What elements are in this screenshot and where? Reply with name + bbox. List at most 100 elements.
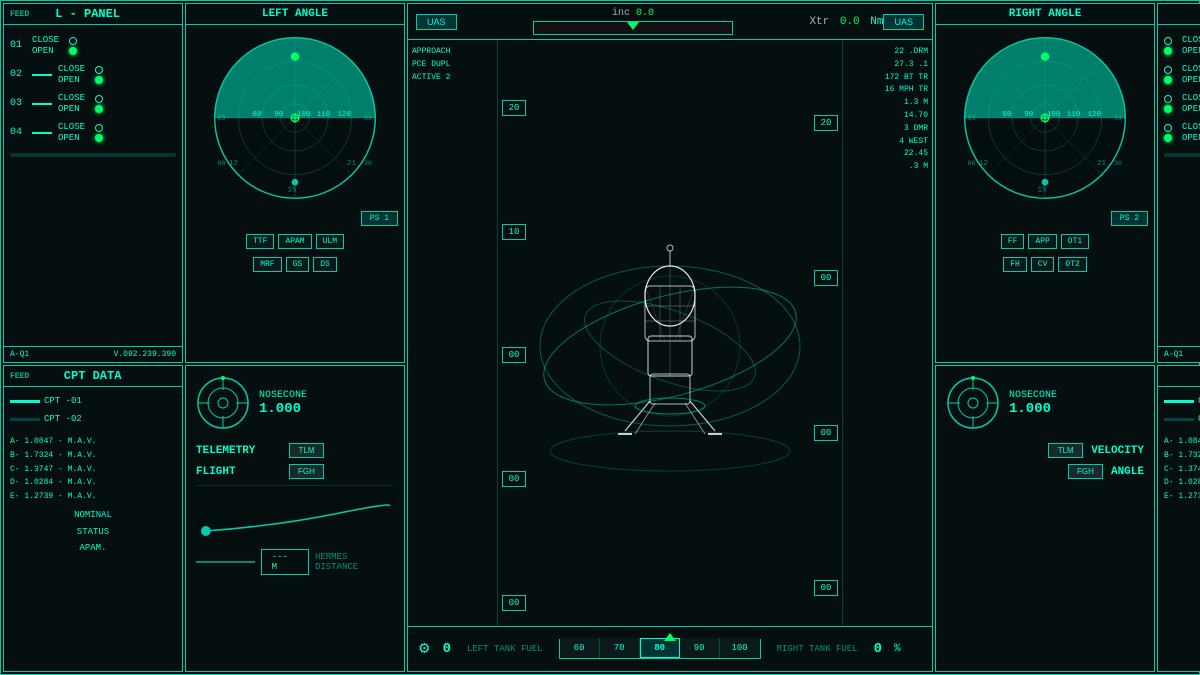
left-btn-group-1: TTF APAM ULM [186, 230, 404, 253]
apam-btn[interactable]: APAM [278, 234, 311, 249]
center-top-bar: UAS inc 0.0 Xtr 0.0 Nm UAS [408, 4, 932, 40]
hermes-val-box: --- M [261, 549, 309, 575]
svg-text:30: 30 [1114, 159, 1122, 167]
left-angle-label: LEFT ANGLE [186, 4, 404, 25]
ot2-btn[interactable]: OT2 [1058, 257, 1086, 272]
svg-text:30: 30 [364, 159, 372, 167]
right-btn-group-2: FH CV OT2 [936, 253, 1154, 276]
fuel-60: 60 [560, 638, 600, 658]
r-panel-footer: A-Q1 V.092.239.390 [1158, 346, 1200, 362]
fuel-left-label: LEFT TANK FUEL [467, 644, 543, 654]
cpt-02-bar [10, 418, 40, 421]
uas-left-btn[interactable]: UAS [416, 14, 457, 30]
angle-fgh-btn[interactable]: FGH [1068, 464, 1103, 479]
fuel-100: 100 [720, 638, 760, 658]
cpt-01-bar [10, 400, 40, 403]
r-row-1: CLOSE OPEN 01 [1164, 35, 1200, 56]
hermes-label: HERMES DISTANCE [315, 552, 394, 572]
open-dot-3 [95, 105, 103, 113]
fuel-70: 70 [600, 638, 640, 658]
spacecraft-display [530, 40, 810, 671]
left-scale: 20 10 00 00 00 [498, 40, 530, 671]
distance-graph-svg [196, 486, 394, 545]
gs-btn[interactable]: GS [286, 257, 310, 272]
r-close-dot-3 [1164, 95, 1172, 103]
nosecone-left-val: 1.000 [259, 401, 307, 417]
svg-text:80: 80 [253, 111, 263, 119]
cpr-data-panel: CPR DATA FEED CPR -01 CPR -02 A- 1.0847 … [1157, 365, 1200, 672]
center-left-data: APPROACH PCE DUPL ACTIVE 2 [408, 40, 498, 671]
svg-text:110: 110 [1067, 111, 1081, 119]
fh-btn[interactable]: FH [1003, 257, 1027, 272]
cpt-data-title: FEED CPT DATA [4, 366, 182, 387]
ttf-btn[interactable]: TTF [246, 234, 274, 249]
svg-text:80: 80 [1003, 111, 1013, 119]
right-scale: 20 00 00 00 [810, 40, 842, 671]
cv-btn[interactable]: CV [1031, 257, 1055, 272]
fuel-right-val: 0 [874, 641, 882, 657]
app-btn[interactable]: APP [1028, 234, 1056, 249]
r-close-dot-2 [1164, 66, 1172, 74]
ps2-badge[interactable]: PS 2 [1111, 211, 1148, 226]
left-radar: 80 90 100 110 120 12 15 21 03 33 06 30 [186, 25, 404, 211]
cpr-items: CPR -01 CPR -02 [1158, 387, 1200, 435]
nosecone-target-right [946, 376, 1001, 431]
fgh-btn[interactable]: FGH [289, 464, 324, 479]
cpt-01-item: CPT -01 [10, 393, 176, 409]
cpr-01-bar [1164, 400, 1194, 403]
svg-text:33: 33 [364, 114, 372, 122]
r-open-dot-4 [1164, 134, 1172, 142]
close-dot-4 [95, 124, 103, 132]
cpr-nominal: NOMINAL STATUS APAM. [1158, 507, 1200, 556]
svg-text:03: 03 [218, 114, 226, 122]
l-row-4: 04 CLOSE OPEN [10, 122, 176, 143]
xtr-unit: Nm [870, 16, 883, 28]
gauge-arrow [627, 22, 639, 30]
center-panel: UAS inc 0.0 Xtr 0.0 Nm UAS APPROACH PCE … [407, 3, 933, 672]
r-panel-rows: CLOSE OPEN 01 CLOSE OPEN 02 [1158, 29, 1200, 149]
ulm-btn[interactable]: ULM [316, 234, 344, 249]
cpt-values: A- 1.0847 - M.A.V. B- 1.7324 - M.A.V. C-… [4, 435, 182, 503]
svg-text:120: 120 [338, 111, 352, 119]
uas-right-btn[interactable]: UAS [883, 14, 924, 30]
svg-text:90: 90 [1024, 111, 1034, 119]
svg-text:21: 21 [347, 160, 357, 168]
nosecone-left-label: NOSECONE [259, 390, 307, 401]
open-dot-2 [95, 76, 103, 84]
cpr-data-title: CPR DATA FEED [1158, 366, 1200, 387]
cpr-01-item: CPR -01 [1164, 393, 1200, 409]
nosecone-target-left [196, 376, 251, 431]
svg-text:12: 12 [979, 160, 988, 168]
r-panel-title: R - PANEL FEED [1158, 4, 1200, 25]
ff-btn[interactable]: FF [1001, 234, 1025, 249]
ds-btn[interactable]: DS [313, 257, 337, 272]
center-right-data: 22 .DRM 27.3 .1 172 BT TR 16 MPH TR 1.3 … [842, 40, 932, 671]
main-dashboard: FEED L - PANEL 01 CLOSE OPEN 02 CL [0, 0, 1200, 675]
nosecone-right-val: 1.000 [1009, 401, 1057, 417]
ot1-btn[interactable]: OT1 [1061, 234, 1089, 249]
svg-text:120: 120 [1088, 111, 1102, 119]
right-btn-group-1: FF APP OT1 [936, 230, 1154, 253]
l-panel-bar [10, 153, 176, 157]
xtr-value: 0.0 [840, 16, 860, 28]
svg-text:33: 33 [1114, 114, 1122, 122]
ps1-badge[interactable]: PS 1 [361, 211, 398, 226]
r-row-2: CLOSE OPEN 02 [1164, 64, 1200, 85]
angle-label: ANGLE [1111, 466, 1144, 478]
velocity-label: VELOCITY [1091, 445, 1144, 457]
angle-row: FGH ANGLE [946, 464, 1144, 479]
svg-text:110: 110 [317, 111, 331, 119]
l-panel-feed: FEED [10, 10, 29, 19]
velocity-tlm-btn[interactable]: TLM [1048, 443, 1083, 458]
xtr-display: Xtr 0.0 Nm [809, 16, 883, 28]
cpr-02-bar [1164, 418, 1194, 421]
svg-text:90: 90 [274, 111, 284, 119]
svg-text:15: 15 [287, 187, 297, 195]
tlm-btn[interactable]: TLM [289, 443, 324, 458]
dist-line [196, 561, 255, 563]
nosecone-right-row: NOSECONE 1.000 [946, 376, 1144, 431]
left-btn-group-2: MRF GS DS [186, 253, 404, 276]
mrf-btn[interactable]: MRF [253, 257, 281, 272]
r-close-dot-1 [1164, 37, 1172, 45]
telemetry-row: TELEMETRY TLM [196, 443, 394, 458]
